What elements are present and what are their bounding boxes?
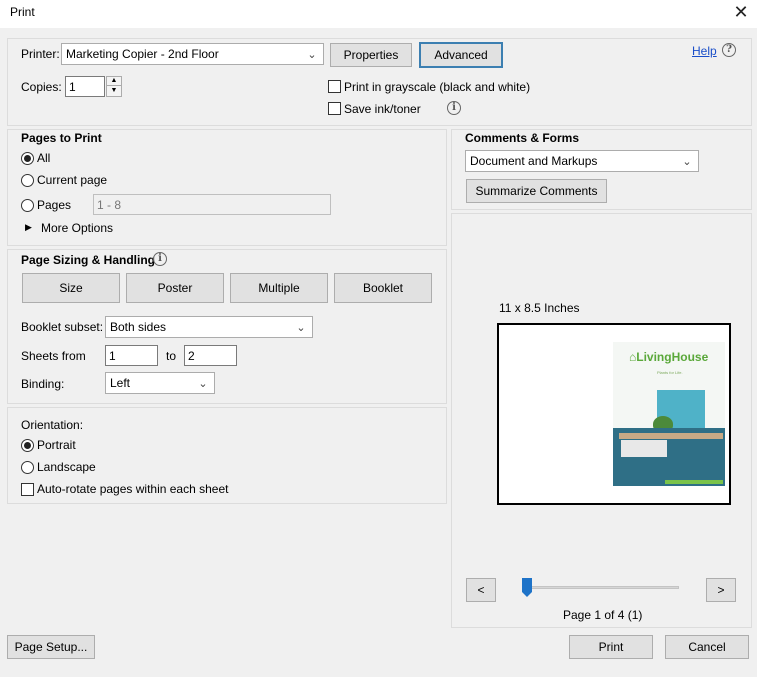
help-link[interactable]: Help — [692, 44, 717, 58]
sheets-to-field[interactable]: 2 — [184, 345, 237, 366]
chevron-down-icon: ⌄ — [682, 155, 692, 168]
comments-forms-select[interactable]: Document and Markups ⌄ — [465, 150, 699, 172]
booklet-subset-value: Both sides — [110, 320, 167, 334]
page-setup-button[interactable]: Page Setup... — [7, 635, 95, 659]
page-sizing-title: Page Sizing & Handling — [21, 253, 156, 267]
prev-page-button[interactable]: < — [466, 578, 496, 602]
to-label: to — [166, 349, 177, 363]
chevron-down-icon: ⌄ — [296, 321, 306, 334]
grayscale-checkbox[interactable] — [328, 80, 341, 93]
expand-triangle-icon[interactable]: ▶ — [25, 222, 32, 233]
booklet-button[interactable]: Booklet — [334, 273, 432, 303]
radio-pages-label: Pages — [37, 198, 72, 212]
sheets-from-field[interactable]: 1 — [105, 345, 158, 366]
chevron-up-icon[interactable]: ▲ — [106, 76, 122, 86]
printer-label: Printer: — [21, 47, 60, 61]
pages-range-field[interactable]: 1 - 8 — [93, 194, 331, 215]
slider-thumb-shape — [522, 578, 532, 597]
title-bar — [0, 0, 757, 28]
booklet-subset-label: Booklet subset: — [21, 320, 104, 334]
help-icon[interactable]: ? — [722, 43, 736, 57]
properties-button[interactable]: Properties — [330, 43, 412, 67]
printer-select-value: Marketing Copier - 2nd Floor — [66, 47, 219, 61]
save-ink-label: Save ink/toner — [344, 102, 421, 116]
radio-landscape-label: Landscape — [37, 460, 96, 474]
radio-portrait[interactable] — [21, 439, 34, 452]
thumbnail-tagline: Plants for Life. — [657, 370, 683, 375]
info-icon[interactable]: i — [153, 252, 167, 266]
radio-pages[interactable] — [21, 199, 34, 212]
preview-thumbnail-image: ⌂LivingHouse Plants for Life. — [613, 342, 725, 486]
grayscale-label: Print in grayscale (black and white) — [344, 80, 531, 94]
page-slider-thumb[interactable] — [522, 578, 532, 597]
print-button[interactable]: Print — [569, 635, 653, 659]
orientation-title: Orientation: — [21, 418, 84, 432]
binding-select[interactable]: Left ⌄ — [105, 372, 215, 394]
multiple-button[interactable]: Multiple — [230, 273, 328, 303]
comments-forms-title: Comments & Forms — [465, 131, 580, 145]
save-ink-checkbox[interactable] — [328, 102, 341, 115]
chevron-down-icon[interactable]: ▼ — [106, 86, 122, 97]
auto-rotate-label: Auto-rotate pages within each sheet — [37, 482, 229, 496]
chevron-down-icon: ⌄ — [307, 48, 317, 61]
copies-field[interactable]: 1 — [65, 76, 105, 97]
page-slider-track[interactable] — [522, 586, 679, 589]
next-page-button[interactable]: > — [706, 578, 736, 602]
preview-size-label: 11 x 8.5 Inches — [499, 301, 580, 315]
booklet-subset-select[interactable]: Both sides ⌄ — [105, 316, 313, 338]
pages-to-print-title: Pages to Print — [21, 131, 102, 145]
radio-all[interactable] — [21, 152, 34, 165]
window-title: Print — [10, 5, 35, 19]
radio-current-page-label: Current page — [37, 173, 108, 187]
close-icon[interactable]: ✕ — [730, 2, 752, 24]
summarize-comments-button[interactable]: Summarize Comments — [466, 179, 607, 203]
thumbnail-logo-text: LivingHouse — [636, 350, 709, 364]
sheets-from-label: Sheets from — [21, 349, 86, 363]
radio-all-label: All — [37, 151, 51, 165]
page-preview: ⌂LivingHouse Plants for Life. — [497, 323, 731, 505]
radio-portrait-label: Portrait — [37, 438, 76, 452]
thumbnail-logo: ⌂LivingHouse — [629, 350, 708, 364]
radio-current-page[interactable] — [21, 174, 34, 187]
poster-button[interactable]: Poster — [126, 273, 224, 303]
size-button[interactable]: Size — [22, 273, 120, 303]
copies-stepper[interactable]: ▲ ▼ — [106, 76, 122, 97]
thumbnail-desk-top — [619, 433, 723, 439]
chevron-down-icon: ⌄ — [198, 377, 208, 390]
cancel-button[interactable]: Cancel — [665, 635, 749, 659]
info-icon[interactable]: i — [447, 101, 461, 115]
copies-label: Copies: — [21, 80, 62, 94]
binding-value: Left — [110, 376, 131, 390]
auto-rotate-checkbox[interactable] — [21, 483, 34, 496]
comments-forms-value: Document and Markups — [470, 154, 598, 168]
thumbnail-drawer — [621, 440, 667, 457]
more-options-toggle[interactable]: More Options — [41, 221, 113, 235]
binding-label: Binding: — [21, 377, 65, 391]
thumbnail-footer-bar — [665, 480, 723, 484]
page-status: Page 1 of 4 (1) — [563, 608, 643, 622]
advanced-button[interactable]: Advanced — [419, 42, 503, 68]
radio-landscape[interactable] — [21, 461, 34, 474]
printer-select[interactable]: Marketing Copier - 2nd Floor ⌄ — [61, 43, 324, 65]
